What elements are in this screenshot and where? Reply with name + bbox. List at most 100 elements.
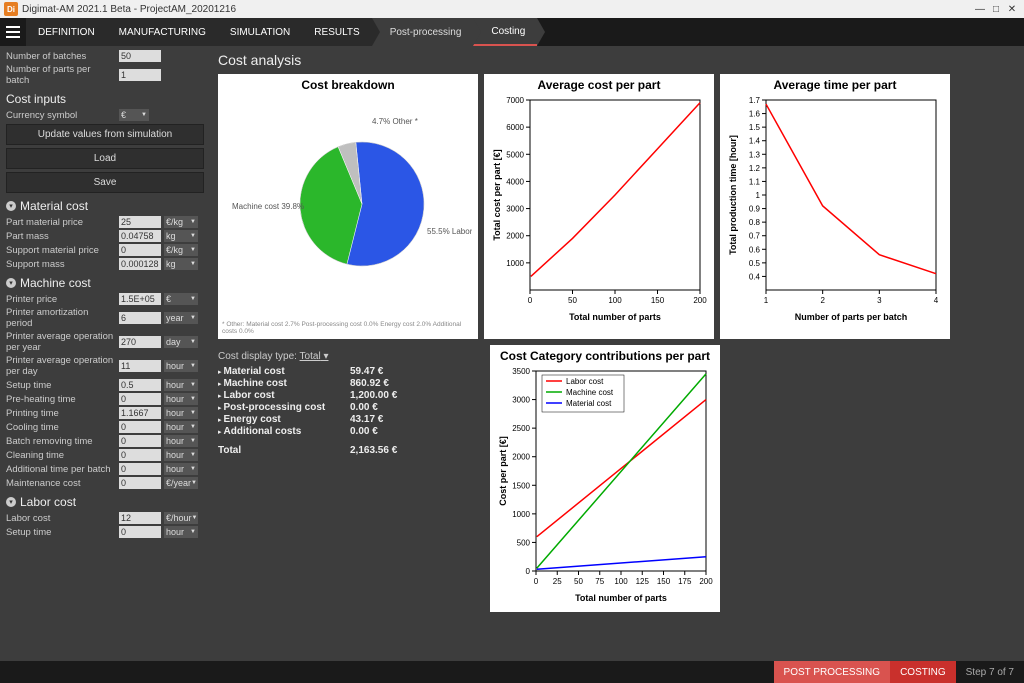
- svg-text:Total number of parts: Total number of parts: [569, 312, 661, 322]
- svg-text:0.8: 0.8: [749, 218, 761, 227]
- labor-cost-heading[interactable]: ▾Labor cost: [6, 495, 204, 509]
- svg-text:Labor cost: Labor cost: [566, 377, 604, 386]
- material-input-2[interactable]: [119, 244, 161, 256]
- machine-unit-5[interactable]: hour▼: [164, 393, 198, 405]
- machine-label-5: Pre-heating time: [6, 394, 116, 405]
- machine-unit-10[interactable]: hour▼: [164, 463, 198, 475]
- postprocessing-step-button[interactable]: POST PROCESSING: [774, 661, 891, 683]
- svg-text:75: 75: [595, 577, 604, 586]
- labor-input-0[interactable]: [119, 512, 161, 524]
- machine-input-10[interactable]: [119, 463, 161, 475]
- svg-text:200: 200: [699, 577, 713, 586]
- material-unit-0[interactable]: €/kg▼: [164, 216, 198, 228]
- chart-avg-time: Average time per part 12340.40.50.60.70.…: [720, 74, 950, 339]
- machine-input-4[interactable]: [119, 379, 161, 391]
- machine-label-6: Printing time: [6, 408, 116, 419]
- batches-input[interactable]: [119, 50, 161, 62]
- subtab-costing[interactable]: Costing: [473, 18, 537, 46]
- svg-text:1.7: 1.7: [749, 96, 761, 105]
- material-cost-heading[interactable]: ▾Material cost: [6, 199, 204, 213]
- line-chart-time: 12340.40.50.60.70.80.911.11.21.31.41.51.…: [724, 94, 944, 324]
- step-indicator: Step 7 of 7: [956, 667, 1024, 678]
- machine-unit-7[interactable]: hour▼: [164, 421, 198, 433]
- svg-text:0.6: 0.6: [749, 245, 761, 254]
- line-chart-cost: 0501001502001000200030004000500060007000…: [488, 94, 708, 324]
- svg-text:55.5% Labor cost: 55.5% Labor cost: [427, 227, 472, 236]
- tab-simulation[interactable]: SIMULATION: [218, 18, 302, 46]
- svg-text:1.6: 1.6: [749, 110, 761, 119]
- svg-text:150: 150: [657, 577, 671, 586]
- machine-input-2[interactable]: [119, 336, 161, 348]
- material-input-1[interactable]: [119, 230, 161, 242]
- machine-input-9[interactable]: [119, 449, 161, 461]
- labor-unit-1[interactable]: hour▼: [164, 526, 198, 538]
- machine-unit-0[interactable]: €▼: [164, 293, 198, 305]
- labor-label-0: Labor cost: [6, 513, 116, 524]
- material-input-3[interactable]: [119, 258, 161, 270]
- machine-unit-8[interactable]: hour▼: [164, 435, 198, 447]
- svg-text:Number of parts per batch: Number of parts per batch: [795, 312, 908, 322]
- material-unit-1[interactable]: kg▼: [164, 230, 198, 242]
- machine-unit-11[interactable]: €/year▼: [164, 477, 198, 489]
- svg-text:1.1: 1.1: [749, 177, 761, 186]
- currency-select[interactable]: €▼: [119, 109, 149, 121]
- machine-label-9: Cleaning time: [6, 450, 116, 461]
- machine-unit-1[interactable]: year▼: [164, 312, 198, 324]
- machine-cost-heading[interactable]: ▾Machine cost: [6, 276, 204, 290]
- load-button[interactable]: Load: [6, 148, 204, 169]
- svg-text:3500: 3500: [512, 367, 530, 376]
- svg-text:1.4: 1.4: [749, 137, 761, 146]
- menu-icon[interactable]: [0, 18, 26, 46]
- machine-input-1[interactable]: [119, 312, 161, 324]
- machine-unit-9[interactable]: hour▼: [164, 449, 198, 461]
- svg-text:2000: 2000: [512, 453, 530, 462]
- material-unit-3[interactable]: kg▼: [164, 258, 198, 270]
- close-button[interactable]: ✕: [1004, 4, 1020, 15]
- machine-input-8[interactable]: [119, 435, 161, 447]
- machine-input-0[interactable]: [119, 293, 161, 305]
- tab-manufacturing[interactable]: MANUFACTURING: [107, 18, 218, 46]
- machine-label-4: Setup time: [6, 380, 116, 391]
- svg-text:0: 0: [526, 567, 531, 576]
- svg-text:Total production time [hour]: Total production time [hour]: [728, 135, 738, 255]
- svg-text:100: 100: [614, 577, 628, 586]
- machine-unit-4[interactable]: hour▼: [164, 379, 198, 391]
- machine-unit-3[interactable]: hour▼: [164, 360, 198, 372]
- machine-unit-6[interactable]: hour▼: [164, 407, 198, 419]
- material-input-0[interactable]: [119, 216, 161, 228]
- cost-display-type: Cost display type: Total ▾: [218, 351, 478, 362]
- content-area: Cost analysis Cost breakdown 55.5% Labor…: [210, 46, 1024, 661]
- save-button[interactable]: Save: [6, 172, 204, 193]
- tab-results[interactable]: RESULTS: [302, 18, 371, 46]
- svg-text:150: 150: [651, 296, 665, 305]
- machine-input-3[interactable]: [119, 360, 161, 372]
- svg-text:2: 2: [820, 296, 825, 305]
- svg-text:Machine cost: Machine cost: [566, 388, 614, 397]
- svg-text:1: 1: [756, 191, 761, 200]
- svg-text:500: 500: [517, 538, 531, 547]
- material-unit-2[interactable]: €/kg▼: [164, 244, 198, 256]
- parts-per-batch-input[interactable]: [119, 69, 161, 81]
- machine-input-7[interactable]: [119, 421, 161, 433]
- material-label-1: Part mass: [6, 231, 116, 242]
- machine-input-11[interactable]: [119, 477, 161, 489]
- labor-unit-0[interactable]: €/hour▼: [164, 512, 198, 524]
- svg-text:50: 50: [568, 296, 577, 305]
- svg-text:25: 25: [553, 577, 562, 586]
- svg-text:5000: 5000: [506, 150, 524, 159]
- subtab-postprocessing[interactable]: Post-processing: [372, 18, 474, 46]
- minimize-button[interactable]: —: [972, 4, 988, 15]
- machine-input-6[interactable]: [119, 407, 161, 419]
- machine-unit-2[interactable]: day▼: [164, 336, 198, 348]
- analysis-title: Cost analysis: [218, 52, 1016, 68]
- machine-input-5[interactable]: [119, 393, 161, 405]
- costing-step-button[interactable]: COSTING: [890, 661, 956, 683]
- tab-definition[interactable]: DEFINITION: [26, 18, 107, 46]
- maximize-button[interactable]: □: [988, 4, 1004, 15]
- update-from-simulation-button[interactable]: Update values from simulation: [6, 124, 204, 145]
- cost-display-select[interactable]: Total ▾: [300, 351, 329, 362]
- svg-text:2500: 2500: [512, 424, 530, 433]
- sidebar: Number of batches Number of parts per ba…: [0, 46, 210, 661]
- svg-text:200: 200: [693, 296, 707, 305]
- labor-input-1[interactable]: [119, 526, 161, 538]
